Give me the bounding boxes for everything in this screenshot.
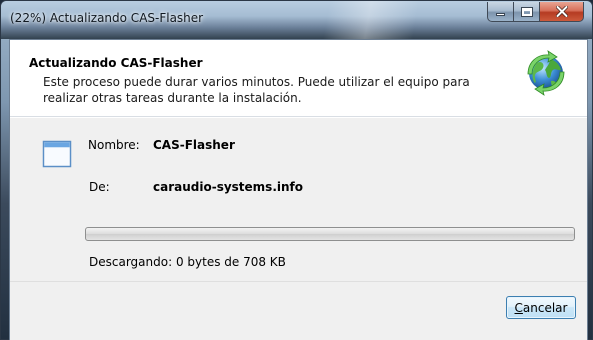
- application-window-icon: [42, 140, 72, 168]
- minimize-button[interactable]: [487, 2, 514, 22]
- dialog-footer: Cancelar: [10, 281, 587, 340]
- from-label: De:: [89, 180, 110, 194]
- title-bar[interactable]: (22%) Actualizando CAS-Flasher: [1, 1, 592, 39]
- details-area: Nombre: CAS-Flasher De: caraudio-systems…: [10, 118, 587, 281]
- window-minimize-icon: [496, 13, 505, 16]
- from-value: caraudio-systems.info: [153, 180, 304, 194]
- header-title: Actualizando CAS-Flasher: [29, 56, 203, 70]
- name-label: Nombre:: [88, 138, 140, 152]
- cancel-accelerator: C: [514, 300, 523, 315]
- window-maximize-icon: [520, 6, 533, 17]
- name-value: CAS-Flasher: [153, 138, 235, 152]
- download-progress-bar: [85, 227, 575, 241]
- dialog-header: Actualizando CAS-Flasher Este proceso pu…: [10, 40, 587, 117]
- caption-buttons: [487, 2, 584, 22]
- maximize-button[interactable]: [514, 2, 540, 22]
- globe-update-icon: [527, 50, 565, 96]
- cancel-label-rest: ancelar: [522, 300, 568, 315]
- dialog-client-area: Actualizando CAS-Flasher Este proceso pu…: [9, 39, 588, 340]
- header-description: Este proceso puede durar varios minutos.…: [43, 75, 470, 105]
- cancel-button[interactable]: Cancelar: [506, 296, 576, 319]
- download-status: Descargando: 0 bytes de 708 KB: [89, 255, 286, 269]
- close-button[interactable]: [540, 2, 584, 22]
- window-close-icon: [555, 6, 568, 17]
- window-title: (22%) Actualizando CAS-Flasher: [10, 11, 204, 25]
- update-dialog-window: (22%) Actualizando CAS-Flasher Actualiza…: [0, 0, 593, 340]
